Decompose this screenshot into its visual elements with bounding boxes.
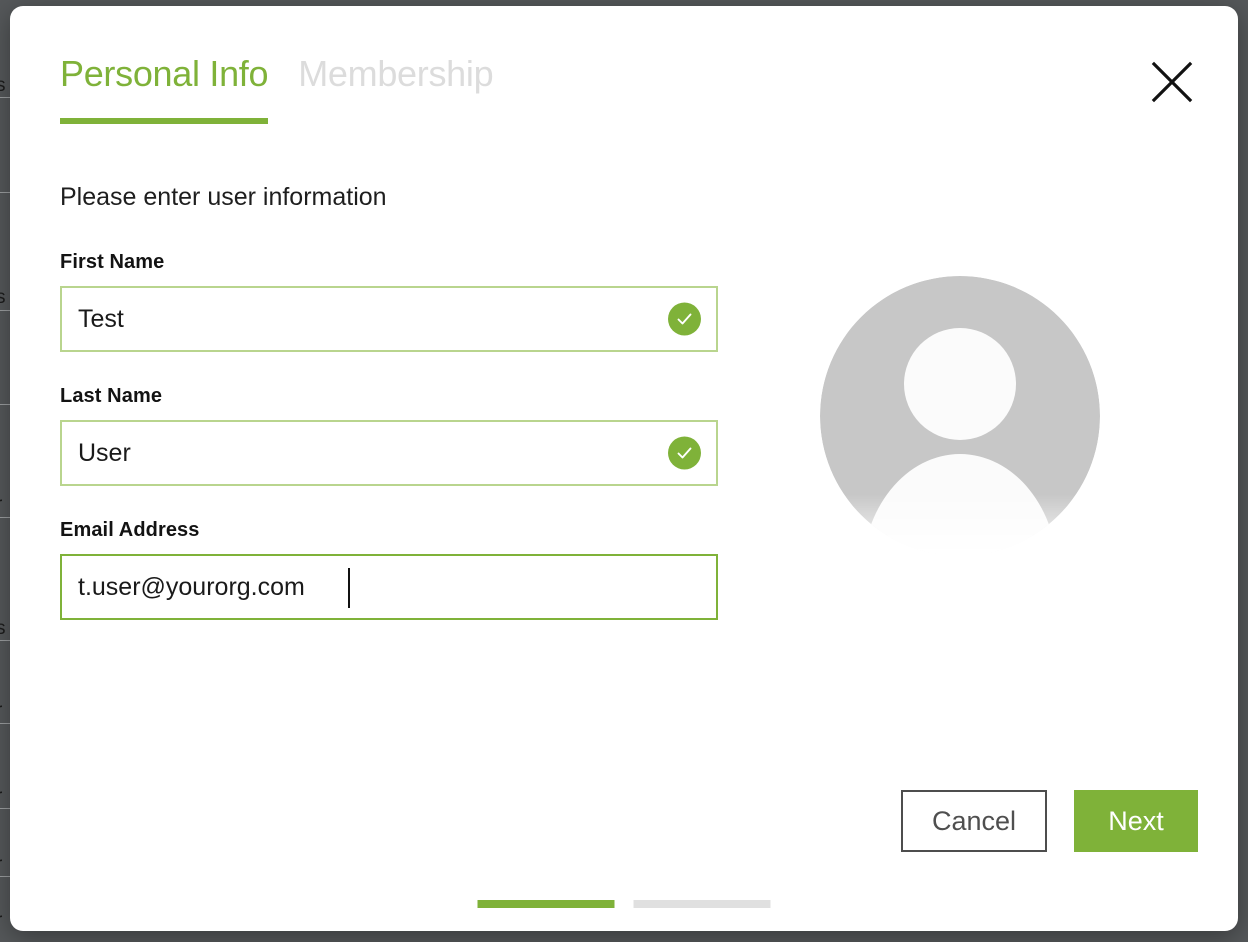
- field-last-name: Last Name: [60, 385, 718, 486]
- close-icon: [1151, 61, 1193, 103]
- avatar-preview: [820, 276, 1120, 576]
- field-last-name-input-wrapper[interactable]: [60, 420, 718, 486]
- tab-personal-info[interactable]: Personal Info: [60, 52, 268, 124]
- user-form: First Name Last Name: [60, 251, 718, 620]
- first-name-valid-check-icon: [668, 303, 701, 336]
- email-address-input[interactable]: [62, 556, 716, 618]
- first-name-input[interactable]: [62, 288, 716, 350]
- step-progress-indicator: [478, 900, 771, 908]
- field-email-address-label: Email Address: [60, 519, 718, 542]
- next-button[interactable]: Next: [1074, 790, 1198, 852]
- dialog-instruction: Please enter user information: [60, 181, 1188, 213]
- avatar-placeholder-icon: [820, 276, 1100, 556]
- avatar-head: [904, 328, 1016, 440]
- tab-personal-info-label: Personal Info: [60, 52, 268, 96]
- cancel-button[interactable]: Cancel: [901, 790, 1047, 852]
- dialog-body: Please enter user information: [60, 181, 1188, 213]
- close-button[interactable]: [1144, 54, 1200, 110]
- progress-step-2: [634, 900, 771, 908]
- field-last-name-label: Last Name: [60, 385, 718, 408]
- tab-membership[interactable]: Membership: [298, 52, 493, 124]
- field-first-name: First Name: [60, 251, 718, 352]
- tab-membership-label: Membership: [298, 52, 493, 96]
- field-first-name-label: First Name: [60, 251, 718, 274]
- last-name-input[interactable]: [62, 422, 716, 484]
- avatar-shoulders: [862, 454, 1058, 556]
- add-user-dialog: Personal Info Membership Please enter us…: [10, 6, 1238, 931]
- field-email-address: Email Address: [60, 519, 718, 620]
- dialog-tabs: Personal Info Membership: [60, 52, 493, 124]
- field-email-address-input-wrapper[interactable]: [60, 554, 718, 620]
- field-first-name-input-wrapper[interactable]: [60, 286, 718, 352]
- dialog-footer-actions: Cancel Next: [901, 790, 1198, 852]
- last-name-valid-check-icon: [668, 437, 701, 470]
- text-cursor: [348, 568, 350, 608]
- progress-step-1: [478, 900, 615, 908]
